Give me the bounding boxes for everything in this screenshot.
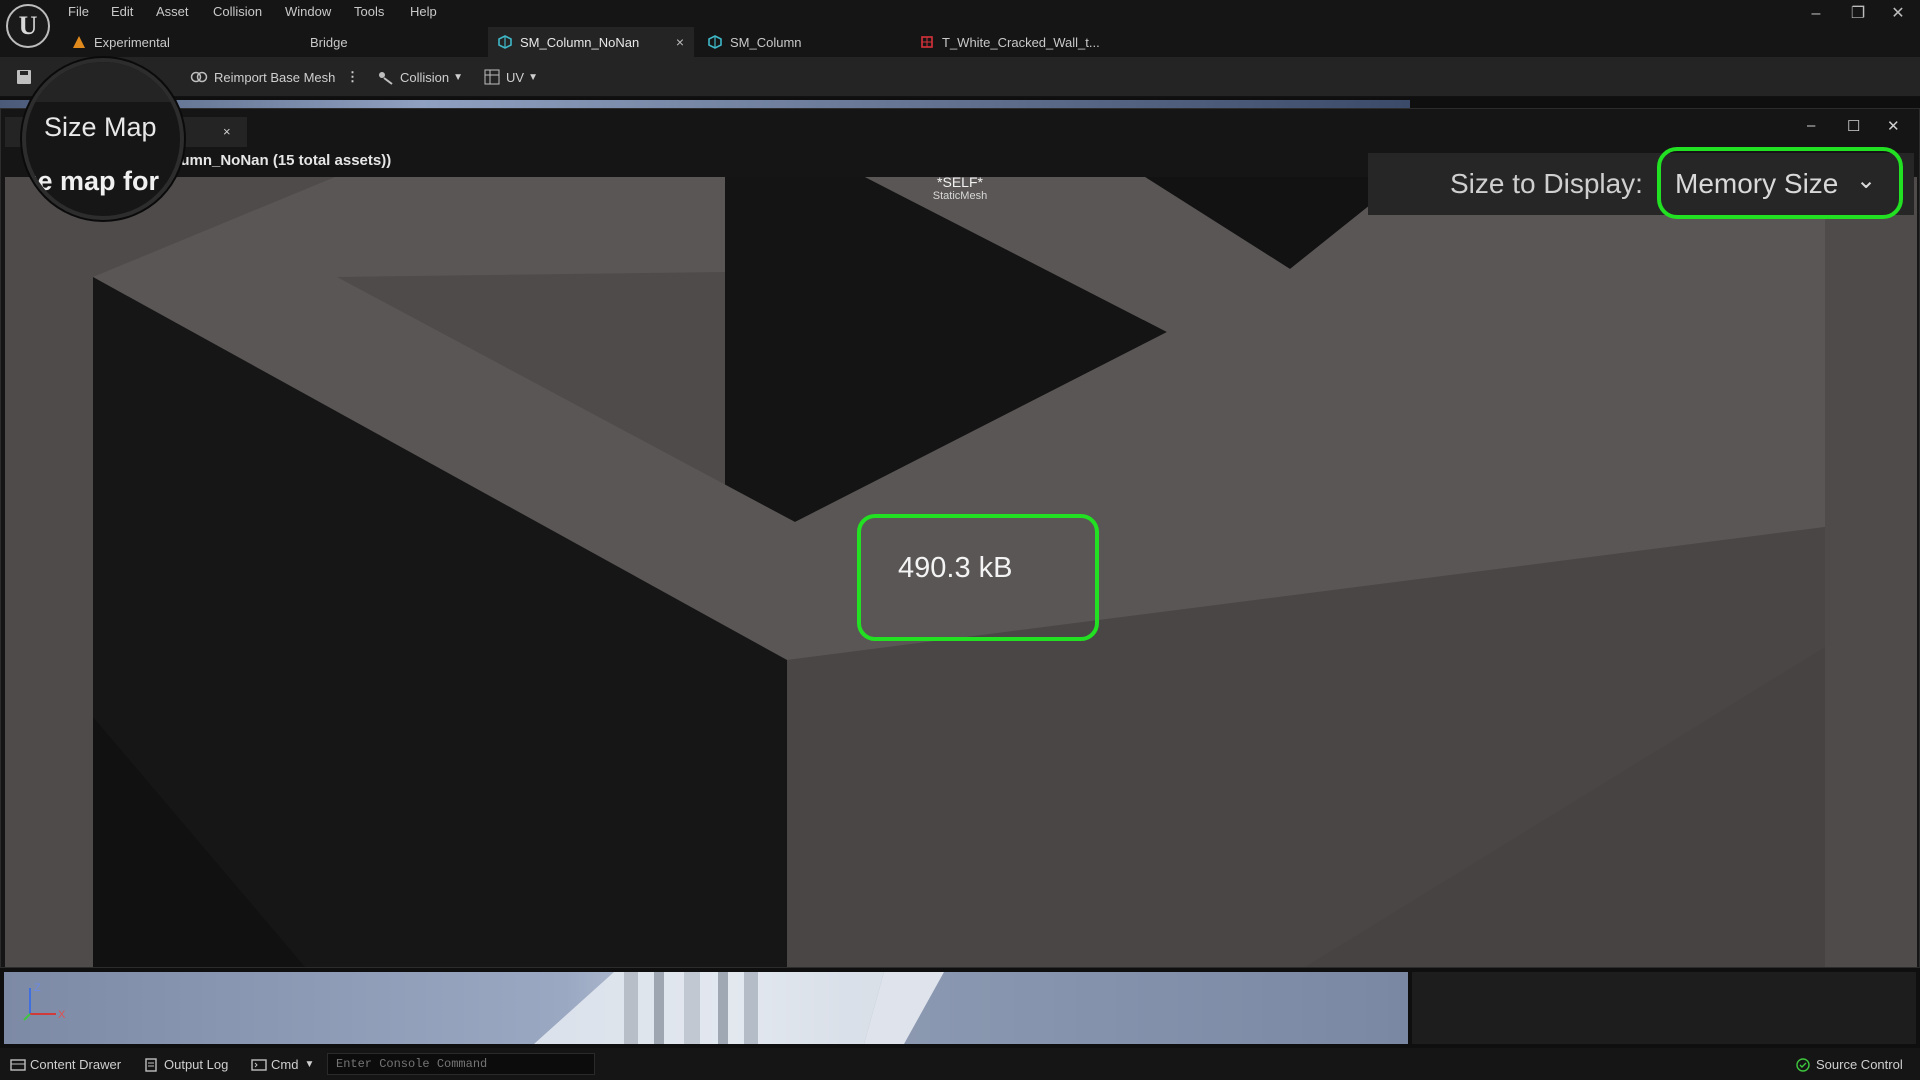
asset-toolbar: Reimport Base Mesh ⋮ Collision ▼ UV ▼ xyxy=(0,57,1920,97)
tab-label: Bridge xyxy=(310,34,348,50)
reimport-base-mesh-button[interactable]: Reimport Base Mesh xyxy=(190,69,335,85)
terminal-icon xyxy=(251,1058,267,1071)
self-node-title: *SELF* xyxy=(937,174,983,190)
details-panel-stub xyxy=(1412,972,1916,1044)
check-circle-icon xyxy=(1796,1057,1810,1072)
unreal-editor-window: File Edit Asset Collision Window Tools H… xyxy=(0,0,1920,1080)
asset-tab-bar: Experimental Bridge SM_Column_NoNan × SM… xyxy=(0,27,1920,57)
menu-window[interactable]: Window xyxy=(285,4,331,19)
axis-x-label: X xyxy=(58,1009,66,1021)
tab-experimental[interactable]: Experimental xyxy=(72,27,272,57)
console-command-input[interactable] xyxy=(327,1053,595,1075)
size-map-tab-close-icon[interactable]: × xyxy=(223,124,231,139)
size-map-titlebar: × – ☐ ✕ xyxy=(1,109,1919,149)
uv-dropdown[interactable]: UV ▼ xyxy=(484,69,538,85)
self-node-type: StaticMesh xyxy=(932,190,988,202)
axis-z-label: Z xyxy=(34,982,41,994)
source-control-label: Source Control xyxy=(1816,1057,1903,1072)
menu-edit[interactable]: Edit xyxy=(111,4,133,19)
tab-label: Experimental xyxy=(94,34,170,50)
content-drawer-label: Content Drawer xyxy=(30,1057,122,1072)
magnifier-header-text: ze map for xyxy=(24,166,160,196)
self-node-label: *SELF* StaticMesh xyxy=(906,175,1014,203)
source-control-button[interactable]: Source Control xyxy=(1796,1057,1903,1072)
menu-asset[interactable]: Asset xyxy=(156,4,189,19)
chevron-down-icon: ▼ xyxy=(528,71,538,83)
menu-tools[interactable]: Tools xyxy=(354,4,384,19)
size-map-tab-title: Size Map xyxy=(44,112,157,142)
uv-label: UV xyxy=(506,69,525,85)
size-map-maximize-icon[interactable]: ☐ xyxy=(1847,117,1860,135)
cmd-label: Cmd xyxy=(271,1057,299,1072)
viewport-scene-graphic xyxy=(534,972,944,1044)
restore-icon[interactable]: ❐ xyxy=(1840,3,1876,25)
chevron-down-icon: ▼ xyxy=(304,1059,315,1070)
tab-close-icon[interactable]: × xyxy=(676,34,684,50)
size-value: 490.3 kB xyxy=(898,552,1013,584)
menu-help[interactable]: Help xyxy=(410,4,437,19)
more-options-icon[interactable]: ⋮ xyxy=(346,69,359,85)
size-map-minimize-icon[interactable]: – xyxy=(1807,117,1815,134)
size-to-display-value: Memory Size xyxy=(1675,168,1839,199)
tab-label: T_White_Cracked_Wall_t... xyxy=(942,34,1100,50)
output-log-label: Output Log xyxy=(164,1057,229,1072)
content-drawer-icon xyxy=(10,1058,26,1071)
tab-sm-column[interactable]: SM_Column xyxy=(700,27,900,57)
collision-icon xyxy=(379,72,393,85)
collision-label: Collision xyxy=(400,69,450,85)
static-mesh-icon xyxy=(708,35,722,49)
menu-collision[interactable]: Collision xyxy=(213,4,262,19)
menu-file[interactable]: File xyxy=(68,4,89,19)
tab-sm-column-nonan[interactable]: SM_Column_NoNan × xyxy=(488,27,694,57)
tab-texture[interactable]: T_White_Cracked_Wall_t... xyxy=(920,27,1120,57)
chevron-down-icon: ▼ xyxy=(453,71,464,83)
unreal-logo-icon[interactable]: U xyxy=(6,4,50,48)
viewport-preview-strip xyxy=(0,100,1410,108)
warning-icon xyxy=(73,36,85,48)
size-map-header: olumn_NoNan (15 total assets)) xyxy=(167,152,392,169)
level-viewport-strip xyxy=(4,972,1408,1044)
close-icon[interactable]: ✕ xyxy=(1880,3,1916,25)
magnifier-callout: Size Map ze map for xyxy=(22,58,184,220)
tab-label: SM_Column xyxy=(730,34,802,50)
menu-bar: File Edit Asset Collision Window Tools H… xyxy=(0,0,1920,27)
static-mesh-icon xyxy=(498,35,512,49)
magnifier-tab-band xyxy=(26,62,180,102)
size-map-close-icon[interactable]: ✕ xyxy=(1887,117,1900,135)
size-to-display-label: Size to Display: xyxy=(1450,168,1643,199)
reimport-icon xyxy=(190,71,208,83)
tab-bridge[interactable]: Bridge xyxy=(310,27,470,57)
output-log-button[interactable]: Output Log xyxy=(144,1057,228,1072)
axis-gizmo-icon: Z X xyxy=(23,982,66,1021)
reimport-label: Reimport Base Mesh xyxy=(214,69,336,85)
content-drawer-button[interactable]: Content Drawer xyxy=(10,1057,121,1072)
output-log-icon xyxy=(145,1057,157,1072)
uv-grid-icon xyxy=(484,69,500,85)
status-bar: Content Drawer Output Log Cmd ▼ Source C… xyxy=(0,1048,1920,1080)
tab-label: SM_Column_NoNan xyxy=(520,34,640,50)
cmd-dropdown[interactable]: Cmd ▼ xyxy=(251,1057,314,1072)
collision-dropdown[interactable]: Collision ▼ xyxy=(376,69,463,85)
texture-icon xyxy=(921,36,933,48)
minimize-icon[interactable]: – xyxy=(1798,3,1834,25)
chevron-down-icon[interactable]: ⌄ xyxy=(1856,166,1876,195)
